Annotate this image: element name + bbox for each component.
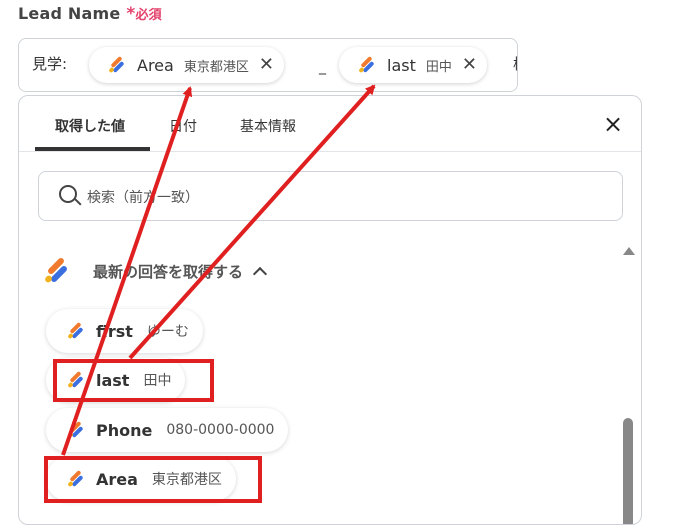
arrow-area-to-chip [61,86,193,456]
arrow-last-to-chip [128,84,376,360]
annotation-arrows [61,84,376,456]
